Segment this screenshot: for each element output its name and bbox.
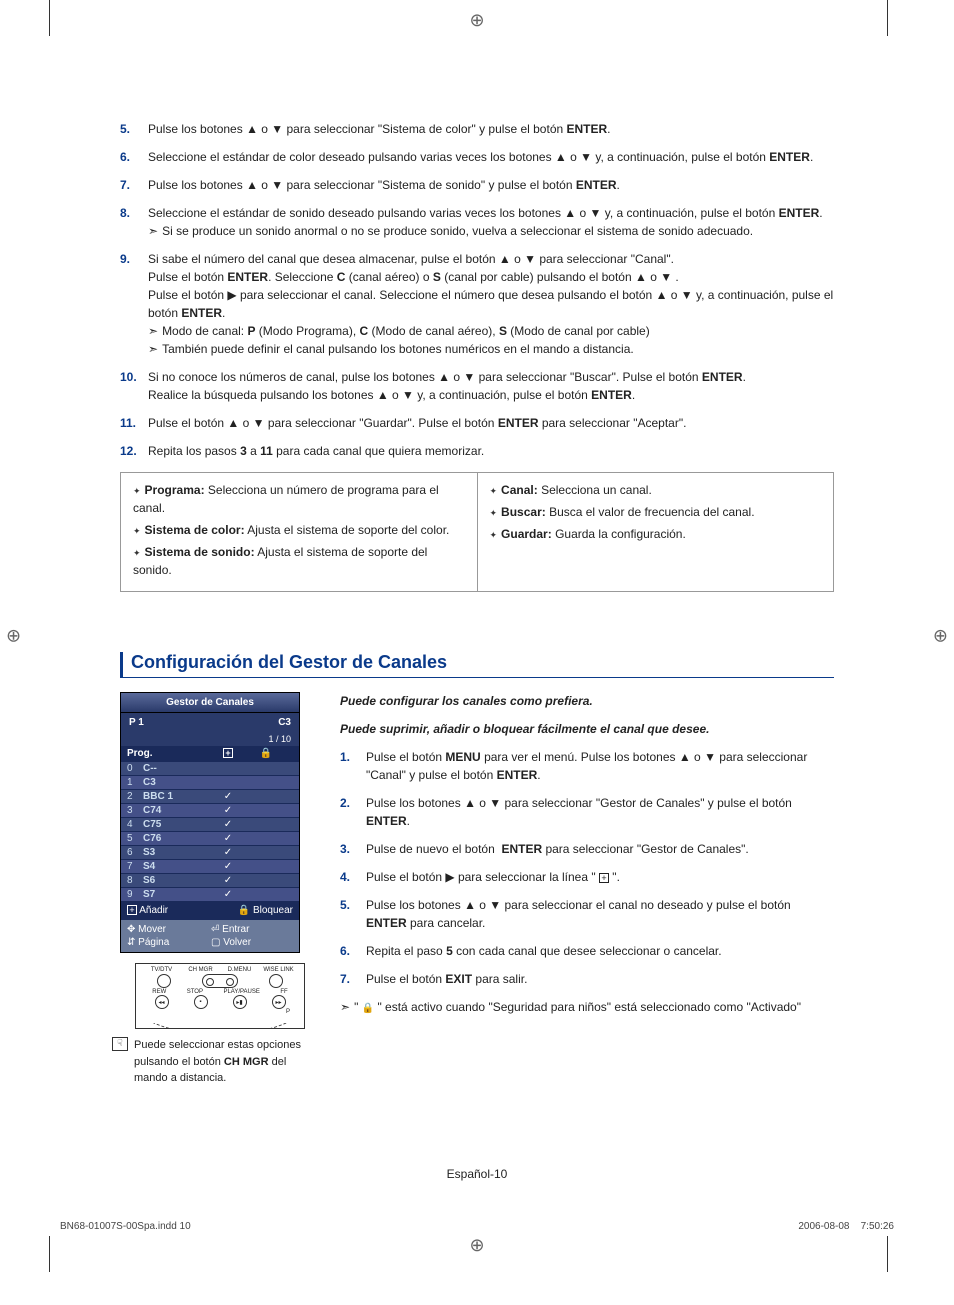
instruction-step: 8.Seleccione el estándar de sonido desea… <box>120 204 834 240</box>
remote-btn-wiselink <box>269 974 283 988</box>
instruction-list-right: 1.Pulse el botón MENU para ver el menú. … <box>340 748 834 988</box>
instruction-step: 11.Pulse el botón ▲ o ▼ para seleccionar… <box>120 414 834 432</box>
definitions-box: Programa: Selecciona un número de progra… <box>120 472 834 592</box>
remote-btn-rew: ◂◂ <box>155 995 169 1009</box>
osd-help-move: ✥ Mover <box>127 924 209 935</box>
registration-mark-icon: ⊕ <box>469 1235 484 1256</box>
osd-row: 3C74✓ <box>121 803 299 817</box>
definition-item: Sistema de color: Ajusta el sistema de s… <box>133 521 465 539</box>
osd-row: 6S3✓ <box>121 845 299 859</box>
remote-label-wiselink: WISE LINK <box>259 967 298 973</box>
definition-item: Guardar: Guarda la configuración. <box>490 525 822 543</box>
instruction-step: 2.Pulse los botones ▲ o ▼ para seleccion… <box>340 794 834 830</box>
osd-help-page: ⇵ Página <box>127 937 209 948</box>
instruction-step: 10.Si no conoce los números de canal, pu… <box>120 368 834 404</box>
registration-mark-icon: ⊕ <box>6 625 21 646</box>
instruction-step: 3.Pulse de nuevo el botón ENTER para sel… <box>340 840 834 858</box>
remote-btn-stop: ▪ <box>194 995 208 1009</box>
print-metadata: BN68-01007S-00Spa.indd 10 2006-08-08 7:5… <box>50 1221 904 1232</box>
remote-btn-play: ▸▮ <box>233 995 247 1009</box>
section-heading: Configuración del Gestor de Canales <box>120 652 834 678</box>
instruction-step: 9.Si sabe el número del canal que desea … <box>120 250 834 358</box>
osd-row: 5C76✓ <box>121 831 299 845</box>
remote-label-chmgr: CH MGR <box>181 967 220 973</box>
osd-row: 8S6✓ <box>121 873 299 887</box>
osd-row: 4C75✓ <box>121 817 299 831</box>
instruction-step: 5.Pulse los botones ▲ o ▼ para seleccion… <box>120 120 834 138</box>
osd-counter: 1 / 10 <box>121 732 299 746</box>
remote-btn-tvdtv <box>157 974 171 988</box>
osd-row: 0C-- <box>121 761 299 775</box>
remote-label-dmenu: D.MENU <box>220 967 259 973</box>
instruction-step: 7.Pulse el botón EXIT para salir. <box>340 970 834 988</box>
osd-row: 1C3 <box>121 775 299 789</box>
registration-mark-icon: ⊕ <box>469 10 484 31</box>
registration-mark-icon: ⊕ <box>933 625 948 646</box>
instruction-step: 7.Pulse los botones ▲ o ▼ para seleccion… <box>120 176 834 194</box>
instruction-step: 12.Repita los pasos 3 a 11 para cada can… <box>120 442 834 460</box>
remote-caption: ☟ Puede seleccionar estas opciones pulsa… <box>120 1037 320 1087</box>
remote-label-rew: REW <box>152 989 166 995</box>
meta-filename: BN68-01007S-00Spa.indd 10 <box>60 1221 191 1232</box>
definition-item: Buscar: Busca el valor de frecuencia del… <box>490 503 822 521</box>
instruction-step: 6.Repita el paso 5 con cada canal que de… <box>340 942 834 960</box>
remote-btn-chmgr-dmenu <box>202 974 238 988</box>
osd-screenshot: Gestor de Canales P 1 C3 1 / 10 Prog. + … <box>120 692 300 953</box>
osd-row: 2BBC 1✓ <box>121 789 299 803</box>
instruction-list-top: 5.Pulse los botones ▲ o ▼ para seleccion… <box>120 120 834 460</box>
plus-icon: + <box>209 748 247 759</box>
lock-note: " 🔒 " está activo cuando "Seguridad para… <box>340 998 834 1016</box>
remote-label-tvdtv: TV/DTV <box>142 967 181 973</box>
intro-line-2: Puede suprimir, añadir o bloquear fácilm… <box>340 720 834 738</box>
osd-program: P 1 <box>129 717 144 728</box>
osd-help-return: ▢ Volver <box>211 937 293 948</box>
osd-channel: C3 <box>278 717 291 728</box>
osd-help-enter: ⏎ Entrar <box>211 924 293 935</box>
instruction-step: 5.Pulse los botones ▲ o ▼ para seleccion… <box>340 896 834 932</box>
meta-date: 2006-08-08 <box>798 1221 849 1232</box>
remote-label-ff: FF <box>280 989 287 995</box>
definition-item: Canal: Selecciona un canal. <box>490 481 822 499</box>
osd-row: 7S4✓ <box>121 859 299 873</box>
remote-btn-ff: ▸▸ <box>272 995 286 1009</box>
instruction-step: 1.Pulse el botón MENU para ver el menú. … <box>340 748 834 784</box>
definition-item: Programa: Selecciona un número de progra… <box>133 481 465 517</box>
definition-item: Sistema de sonido: Ajusta el sistema de … <box>133 543 465 579</box>
osd-row: 9S7✓ <box>121 887 299 901</box>
remote-diagram: TV/DTV CH MGR D.MENU WISE LINK REW STOP … <box>135 963 305 1029</box>
osd-action-lock: 🔒 Bloquear <box>238 905 293 916</box>
osd-action-add: + Añadir <box>127 905 168 916</box>
instruction-step: 6.Seleccione el estándar de color desead… <box>120 148 834 166</box>
intro-line-1: Puede configurar los canales como prefie… <box>340 692 834 710</box>
lock-icon: 🔒 <box>247 748 285 759</box>
remote-label-p: P <box>136 1009 304 1015</box>
remote-caption-icon: ☟ <box>112 1037 128 1051</box>
meta-time: 7:50:26 <box>861 1221 894 1232</box>
remote-label-play: PLAY/PAUSE <box>223 989 259 995</box>
instruction-step: 4.Pulse el botón ▶ para seleccionar la l… <box>340 868 834 886</box>
osd-header-prog: Prog. <box>127 748 209 759</box>
page-number: Español-10 <box>120 1167 834 1181</box>
osd-title: Gestor de Canales <box>121 693 299 713</box>
